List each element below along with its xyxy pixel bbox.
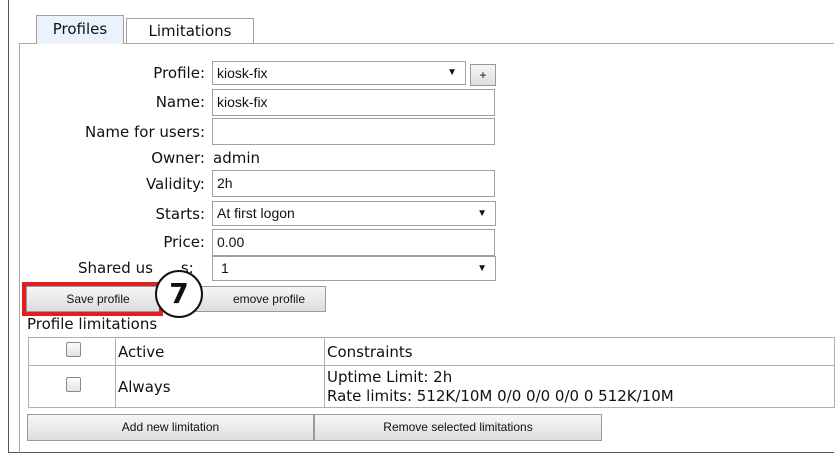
owner-value: admin xyxy=(213,149,260,167)
name-for-users-input[interactable] xyxy=(212,118,495,145)
starts-select-value: At first logon xyxy=(217,205,295,221)
tab-profiles[interactable]: Profiles xyxy=(36,15,124,44)
price-label: Price: xyxy=(163,233,205,251)
select-all-cell xyxy=(28,337,116,366)
chevron-down-icon: ▼ xyxy=(477,263,487,274)
active-header: Active xyxy=(115,337,325,366)
tab-limitations[interactable]: Limitations xyxy=(126,18,254,44)
table-header-row: Active Constraints xyxy=(28,337,835,366)
shared-users-label-text: Shared us xyxy=(78,259,153,277)
row-checkbox-cell xyxy=(28,365,116,408)
starts-label: Starts: xyxy=(155,205,205,223)
profile-select-value: kiosk-fix xyxy=(217,65,268,81)
row-active: Always xyxy=(115,365,325,408)
add-profile-button[interactable]: + xyxy=(470,64,496,86)
select-all-checkbox[interactable] xyxy=(65,342,81,357)
uptime-limit: Uptime Limit: 2h xyxy=(327,367,453,386)
chevron-down-icon: ▼ xyxy=(447,67,457,78)
limitations-table: Active Constraints Always Uptime Limit: … xyxy=(28,337,835,408)
add-limitation-button[interactable]: Add new limitation xyxy=(27,414,314,441)
shared-users-select-value: 1 xyxy=(221,260,229,276)
chevron-down-icon: ▼ xyxy=(477,208,487,219)
name-input[interactable]: kiosk-fix xyxy=(212,89,495,116)
starts-select[interactable]: At first logon ▼ xyxy=(212,201,496,226)
highlight-box xyxy=(22,282,163,316)
name-label: Name: xyxy=(155,93,205,111)
price-input[interactable]: 0.00 xyxy=(212,229,495,256)
name-for-users-label: Name for users: xyxy=(85,123,205,141)
remove-selected-limitations-button[interactable]: Remove selected limitations xyxy=(314,414,602,441)
profile-limitations-title: Profile limitations xyxy=(27,315,158,333)
profile-select[interactable]: kiosk-fix ▼ xyxy=(212,61,466,85)
row-checkbox[interactable] xyxy=(65,377,81,392)
constraints-header: Constraints xyxy=(324,337,835,366)
shared-users-select[interactable]: 1 ▼ xyxy=(212,256,496,281)
validity-input[interactable]: 2h xyxy=(212,170,495,197)
rate-limits: Rate limits: 512K/10M 0/0 0/0 0/0 0 512K… xyxy=(327,386,674,405)
profile-label: Profile: xyxy=(153,64,205,82)
validity-label: Validity: xyxy=(145,175,205,193)
row-constraints: Uptime Limit: 2h Rate limits: 512K/10M 0… xyxy=(324,365,835,408)
step-callout: 7 xyxy=(155,270,203,318)
table-row: Always Uptime Limit: 2h Rate limits: 512… xyxy=(28,365,835,408)
owner-label: Owner: xyxy=(151,149,205,167)
